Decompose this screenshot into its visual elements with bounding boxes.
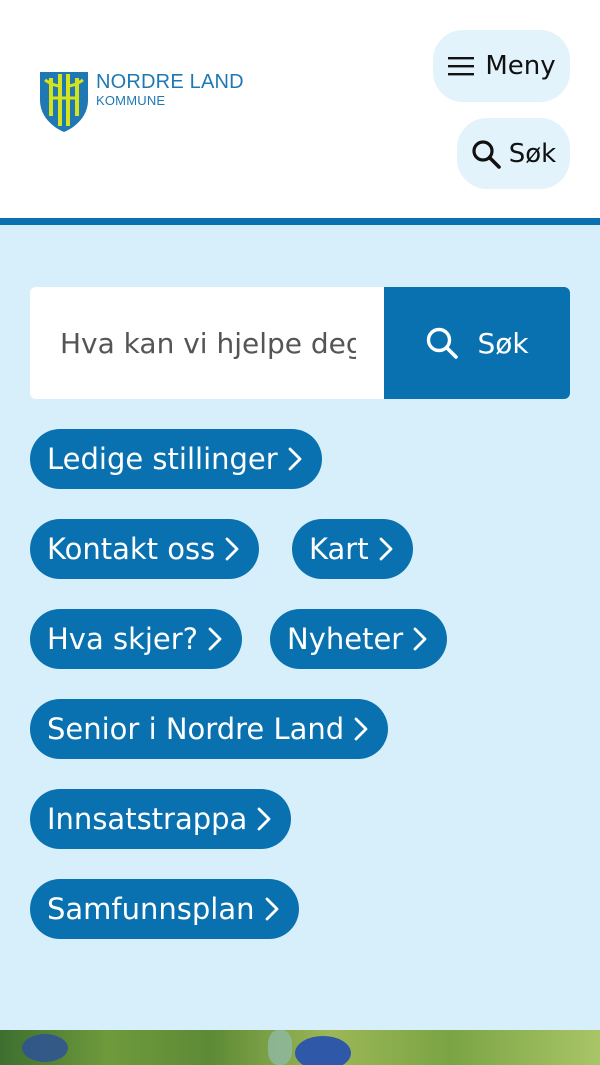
quick-link-label: Kart (309, 532, 369, 566)
quick-link-ledige-stillinger[interactable]: Ledige stillinger (30, 429, 322, 489)
quick-link-nyheter[interactable]: Nyheter (270, 609, 448, 669)
quick-link-label: Innsatstrappa (47, 802, 248, 836)
search-submit-label: Søk (477, 326, 529, 360)
chevron-right-icon (413, 627, 427, 651)
search-input[interactable] (30, 287, 384, 399)
quick-link-label: Nyheter (287, 622, 404, 656)
flower-bud-shape (268, 1030, 292, 1065)
chevron-right-icon (354, 717, 368, 741)
menu-button[interactable]: Meny (433, 30, 570, 102)
flower-shape (295, 1036, 351, 1065)
quick-link-innsatstrappa[interactable]: Innsatstrappa (30, 789, 292, 849)
hamburger-icon (447, 55, 475, 77)
shield-logo-icon (40, 72, 88, 132)
header-search-label: Søk (508, 138, 557, 169)
quick-link-kontakt-oss[interactable]: Kontakt oss (30, 519, 260, 579)
site-header: NORDRE LAND KOMMUNE Meny Søk (0, 0, 600, 218)
flower-shape (22, 1034, 68, 1062)
quick-link-label: Ledige stillinger (47, 442, 278, 476)
search-submit-button[interactable]: Søk (384, 287, 570, 399)
menu-label: Meny (485, 51, 556, 81)
quick-link-hva-skjer[interactable]: Hva skjer? (30, 609, 243, 669)
search-icon (425, 326, 459, 360)
chevron-right-icon (379, 537, 393, 561)
quick-link-senior[interactable]: Senior i Nordre Land (30, 699, 389, 759)
page: NORDRE LAND KOMMUNE Meny Søk Hva kan vi … (0, 0, 600, 1065)
chevron-right-icon (225, 537, 239, 561)
logo[interactable]: NORDRE LAND KOMMUNE (38, 70, 268, 136)
header-divider (0, 218, 600, 225)
chevron-right-icon (257, 807, 271, 831)
hero-image (0, 1030, 600, 1065)
quick-link-kart[interactable]: Kart (292, 519, 413, 579)
quick-link-label: Kontakt oss (47, 532, 216, 566)
search-icon (471, 139, 501, 169)
chevron-right-icon (265, 897, 279, 921)
chevron-right-icon (288, 447, 302, 471)
logo-name: NORDRE LAND (96, 71, 244, 93)
header-search-button[interactable]: Søk (457, 118, 570, 189)
main-section: Søk Ledige stillinger Kontakt oss Kart H… (0, 225, 600, 1030)
logo-text: NORDRE LAND KOMMUNE (96, 71, 244, 109)
quick-link-label: Senior i Nordre Land (47, 712, 345, 746)
quick-link-label: Hva skjer? (47, 622, 199, 656)
search-bar: Søk (30, 287, 570, 399)
logo-subtitle: KOMMUNE (96, 93, 166, 108)
quick-link-samfunnsplan[interactable]: Samfunnsplan (30, 879, 299, 939)
quick-link-label: Samfunnsplan (47, 892, 255, 926)
chevron-right-icon (208, 627, 222, 651)
